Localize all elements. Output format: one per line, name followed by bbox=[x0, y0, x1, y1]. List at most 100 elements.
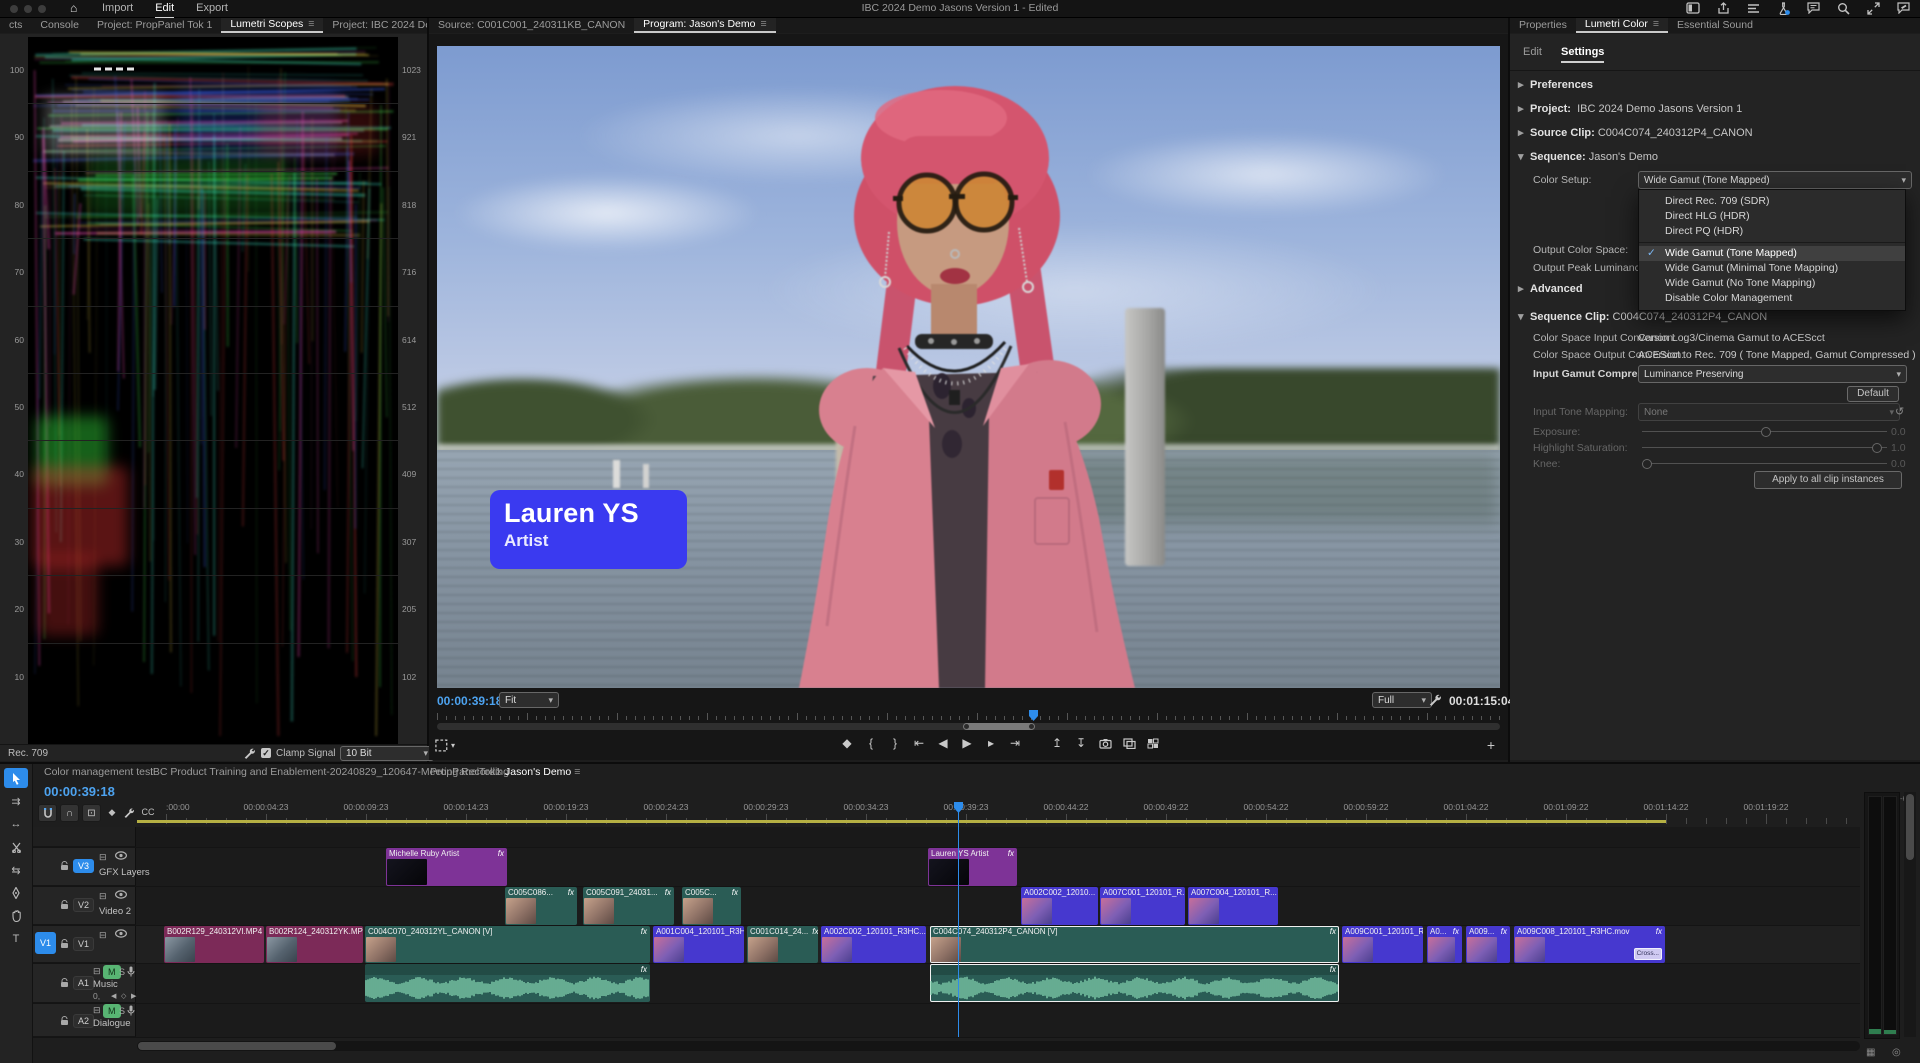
window-close-button[interactable] bbox=[10, 5, 18, 13]
sync-lock-icon[interactable]: ⊟ bbox=[99, 891, 107, 902]
toggle-visibility-icon[interactable] bbox=[115, 851, 127, 862]
step-back-icon[interactable]: ◀ bbox=[933, 734, 953, 752]
extract-icon[interactable]: ↧ bbox=[1071, 734, 1091, 752]
section-project[interactable]: ▸Project: IBC 2024 Demo Jasons Version 1 bbox=[1518, 102, 1920, 115]
tab-edit[interactable]: Edit bbox=[1523, 46, 1542, 58]
tone-mapping-select[interactable]: None▾ bbox=[1638, 403, 1900, 421]
track-a2-name[interactable]: Dialogue bbox=[93, 1018, 131, 1029]
clip-a007c001-120101-r[interactable]: A007C001_120101_R...fx bbox=[1100, 887, 1185, 925]
lock-icon[interactable] bbox=[60, 978, 69, 990]
app-menu-icon[interactable] bbox=[1742, 0, 1764, 16]
tab-cts[interactable]: cts bbox=[0, 18, 31, 33]
timeline-tab-proppaneltok1[interactable]: PropPanelTok1 bbox=[430, 764, 501, 780]
menu-item-direct-pq-hdr[interactable]: Direct PQ (HDR) bbox=[1639, 224, 1905, 239]
track-select-forward-tool[interactable]: ⇉ bbox=[4, 791, 28, 811]
clip-c005c086[interactable]: C005C086...fx bbox=[505, 887, 577, 925]
clip-c001c014-24[interactable]: C001C014_24...fx bbox=[747, 926, 818, 963]
multicam-icon[interactable] bbox=[1143, 734, 1163, 752]
toggle-visibility-icon[interactable] bbox=[115, 929, 127, 940]
monitor-settings-wrench-icon[interactable] bbox=[1428, 693, 1441, 709]
tab-project-proppanel-tok-1[interactable]: Project: PropPanel Tok 1 bbox=[88, 18, 221, 33]
source-patch-v1[interactable]: V1 bbox=[35, 932, 56, 954]
track-a1-badge[interactable]: A1 bbox=[73, 976, 94, 990]
slider-thumb[interactable] bbox=[1761, 427, 1771, 437]
track-a1-name[interactable]: Music bbox=[93, 979, 118, 990]
program-scrollbar-track[interactable] bbox=[437, 723, 1500, 730]
timeline-timecode[interactable]: 00:00:39:18 bbox=[44, 784, 115, 799]
type-tool[interactable]: T bbox=[4, 929, 28, 949]
section-sequence[interactable]: ▾Sequence: Jason's Demo bbox=[1518, 150, 1920, 163]
window-zoom-button[interactable] bbox=[38, 5, 46, 13]
hand-tool[interactable] bbox=[4, 906, 28, 926]
section-sequence-clip[interactable]: ▾Sequence Clip: C004C074_240312P4_CANON bbox=[1518, 310, 1920, 323]
track-v2-badge[interactable]: V2 bbox=[73, 898, 94, 912]
track-v2-lane[interactable] bbox=[33, 887, 1860, 926]
track-v2-name[interactable]: Video 2 bbox=[99, 906, 131, 917]
wrench-icon[interactable] bbox=[120, 804, 136, 820]
pen-tool[interactable] bbox=[4, 883, 28, 903]
keyboard-icon[interactable]: ▦ bbox=[1866, 1047, 1875, 1058]
tab-lumetri-color[interactable]: Lumetri Color≡ bbox=[1576, 18, 1668, 33]
tab-program-jason-s-demo[interactable]: Program: Jason's Demo≡ bbox=[634, 18, 775, 33]
gamut-compression-select[interactable]: Luminance Preserving▾ bbox=[1638, 365, 1907, 383]
menu-item-wide-gamut-tone-mapped[interactable]: ✓Wide Gamut (Tone Mapped) bbox=[1639, 246, 1905, 261]
mic-icon[interactable] bbox=[127, 1005, 135, 1018]
razor-tool[interactable] bbox=[4, 837, 28, 857]
mic-icon[interactable] bbox=[127, 966, 135, 979]
timeline-settings-icon[interactable]: ⊡ bbox=[82, 804, 101, 822]
timeline-tab-color-management-test[interactable]: Color management test bbox=[44, 764, 153, 780]
share-icon[interactable] bbox=[1712, 0, 1734, 16]
mark-out-icon[interactable]: } bbox=[885, 734, 905, 752]
program-timecode[interactable]: 00:00:39:18 bbox=[437, 694, 502, 708]
zoom-fit-select[interactable]: Fit▾ bbox=[499, 692, 559, 708]
next-keyframe-icon[interactable]: ▶ bbox=[131, 992, 136, 1000]
lock-icon[interactable] bbox=[60, 861, 69, 873]
go-to-in-icon[interactable]: ⇤ bbox=[909, 734, 929, 752]
ripple-edit-tool[interactable]: ↔ bbox=[4, 814, 28, 834]
clip-c005c[interactable]: C005C...fx bbox=[682, 887, 741, 925]
track-v3-name[interactable]: GFX Layers bbox=[99, 867, 150, 878]
export-frame-icon[interactable] bbox=[1095, 734, 1115, 752]
audio-clip[interactable]: fx bbox=[930, 964, 1339, 1002]
clip-c004c074-240312p4-canon-v[interactable]: C004C074_240312P4_CANON [V]fx bbox=[930, 926, 1339, 963]
lock-icon[interactable] bbox=[60, 939, 69, 951]
snap-icon[interactable] bbox=[38, 804, 57, 822]
comments-icon[interactable] bbox=[1802, 0, 1824, 16]
record-icon[interactable]: ◎ bbox=[1892, 1047, 1901, 1058]
step-forward-icon[interactable]: ▸ bbox=[981, 734, 1001, 752]
program-mini-ruler[interactable] bbox=[437, 712, 1500, 720]
timeline-hscrollbar[interactable] bbox=[137, 1041, 1860, 1051]
timeline-vscrollbar[interactable] bbox=[1904, 792, 1916, 1037]
menu-item-direct-hlg-hdr[interactable]: Direct HLG (HDR) bbox=[1639, 209, 1905, 224]
clip-a009[interactable]: A009...fx bbox=[1466, 926, 1510, 963]
timeline-ruler[interactable]: :00:0000:00:04:2300:00:09:2300:00:14:230… bbox=[137, 800, 1860, 828]
clamp-signal-checkbox[interactable]: ✓ bbox=[261, 748, 271, 759]
mark-in-icon[interactable]: { bbox=[861, 734, 881, 752]
clip-a009c008-120101-r3hc-mov[interactable]: A009C008_120101_R3HC.movfxCross... bbox=[1514, 926, 1665, 963]
send-feedback-icon[interactable] bbox=[1892, 0, 1914, 16]
track-a2-lane[interactable] bbox=[33, 1004, 1860, 1038]
mute-button[interactable]: M bbox=[103, 965, 121, 979]
lock-icon[interactable] bbox=[60, 1016, 69, 1028]
track-v3-badge[interactable]: V3 bbox=[73, 859, 94, 873]
menu-item-disable-color-management[interactable]: Disable Color Management bbox=[1639, 291, 1905, 306]
clip-a002c002-120101-r3hc[interactable]: A002C002_120101_R3HC...fx bbox=[821, 926, 926, 963]
section-preferences[interactable]: ▸Preferences bbox=[1518, 78, 1920, 91]
add-marker-icon[interactable]: ◆ bbox=[837, 734, 857, 752]
track-a2-badge[interactable]: A2 bbox=[73, 1014, 94, 1028]
sync-lock-icon[interactable]: ⊟ bbox=[99, 930, 107, 941]
tab-properties[interactable]: Properties bbox=[1510, 18, 1576, 33]
tab-console[interactable]: Console bbox=[31, 18, 88, 33]
go-to-out-icon[interactable]: ⇥ bbox=[1005, 734, 1025, 752]
window-minimize-button[interactable] bbox=[24, 5, 32, 13]
section-source-clip[interactable]: ▸Source Clip: C004C074_240312P4_CANON bbox=[1518, 126, 1920, 139]
marker-icon[interactable]: ◆ bbox=[104, 804, 120, 820]
timeline-playhead[interactable] bbox=[958, 812, 959, 1037]
clip-c005c091-24031[interactable]: C005C091_24031...fx bbox=[583, 887, 674, 925]
apply-all-button[interactable]: Apply to all clip instances bbox=[1754, 471, 1902, 489]
track-v1-badge[interactable]: V1 bbox=[73, 937, 94, 951]
color-setup-select[interactable]: Wide Gamut (Tone Mapped)▾ bbox=[1638, 171, 1912, 189]
add-button[interactable]: + bbox=[1481, 736, 1501, 754]
track-a1-volume[interactable]: 0, bbox=[93, 991, 100, 1001]
menu-export[interactable]: Export bbox=[196, 0, 228, 17]
